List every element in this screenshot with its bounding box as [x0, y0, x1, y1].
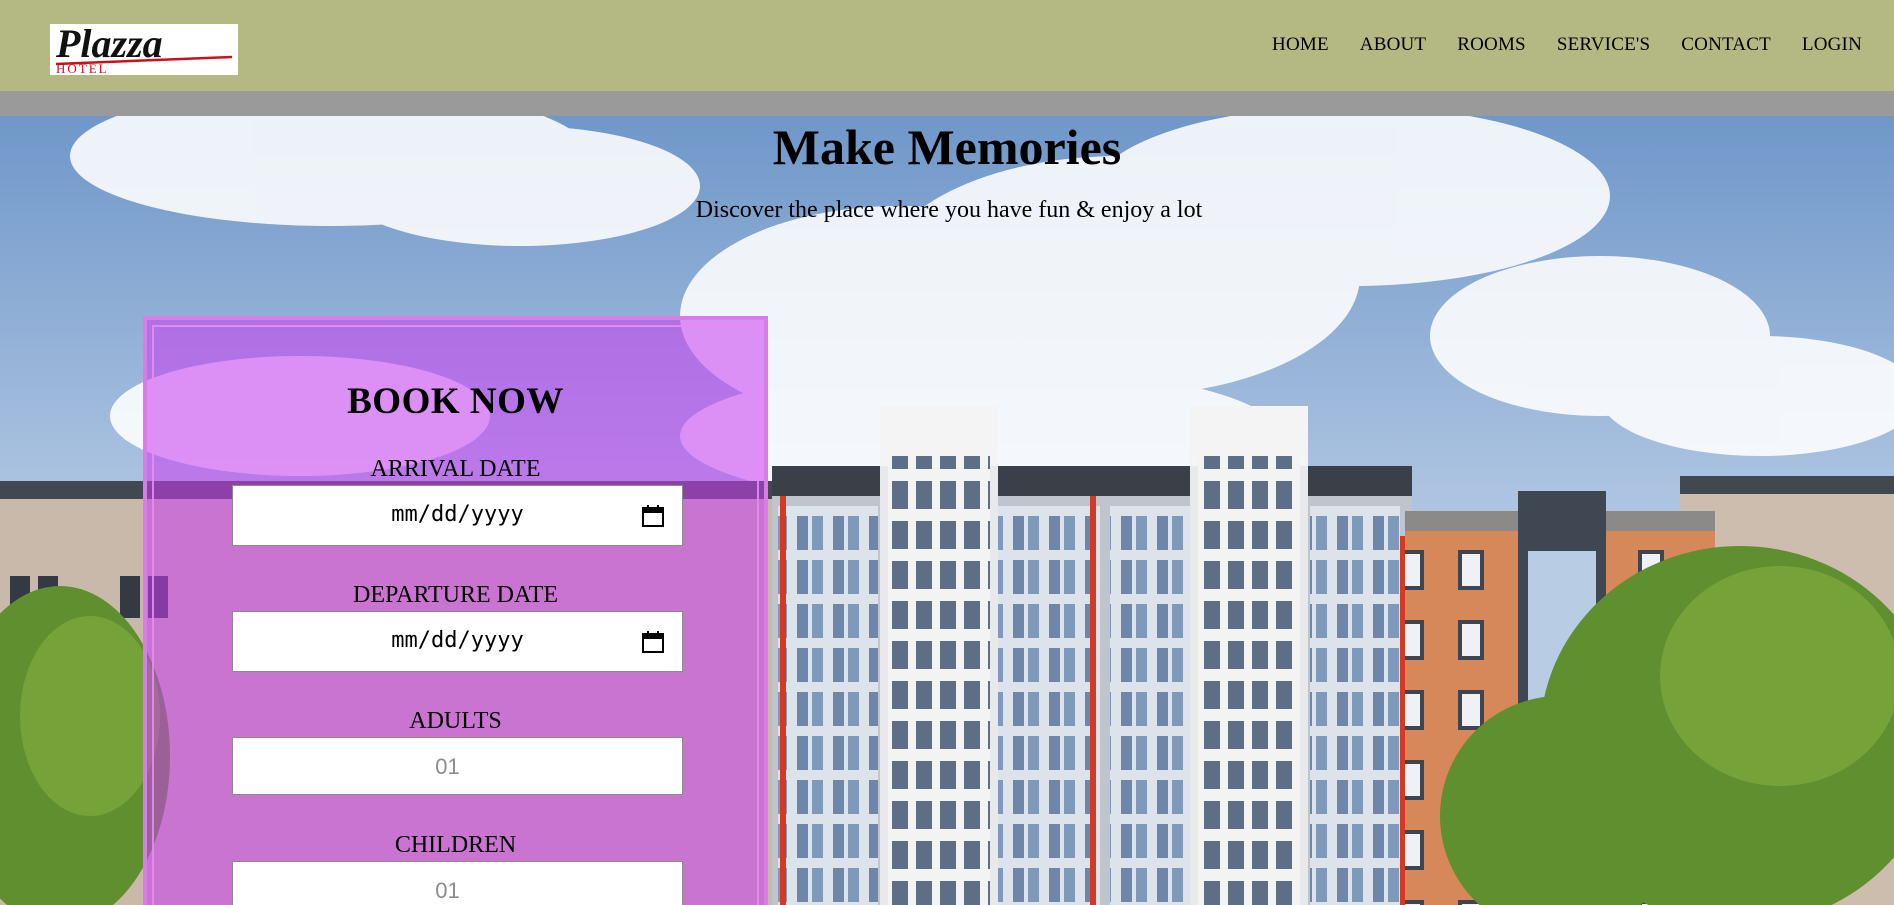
header-divider-strip [0, 91, 1894, 116]
hero-title: Make Memories [772, 119, 1122, 175]
calendar-icon[interactable] [642, 504, 664, 528]
children-label: CHILDREN [394, 832, 517, 858]
departure-date-input[interactable]: mm/dd/yyyy [232, 611, 683, 672]
arrival-date-input[interactable]: mm/dd/yyyy [232, 485, 683, 546]
hero-section: Make Memories Discover the place where y… [0, 116, 1894, 905]
children-input[interactable]: 01 [232, 861, 683, 905]
nav-about[interactable]: ABOUT [1360, 34, 1426, 56]
booking-title: BOOK NOW [347, 381, 564, 422]
adults-input[interactable]: 01 [232, 737, 683, 795]
nav-services[interactable]: SERVICE'S [1557, 34, 1650, 56]
booking-form: BOOK NOW ARRIVAL DATE mm/dd/yyyy DEPARTU… [143, 316, 768, 905]
departure-date-value: mm/dd/yyyy [391, 628, 524, 653]
nav-rooms[interactable]: ROOMS [1457, 34, 1526, 56]
nav-login[interactable]: LOGIN [1802, 34, 1862, 56]
children-placeholder: 01 [435, 878, 460, 903]
nav-contact[interactable]: CONTACT [1681, 34, 1771, 56]
departure-date-label: DEPARTURE DATE [352, 582, 559, 608]
logo-subtitle: HOTEL [56, 61, 109, 75]
hotel-logo[interactable]: Plazza HOTEL [50, 24, 238, 75]
adults-placeholder: 01 [435, 754, 460, 779]
nav-home[interactable]: HOME [1272, 34, 1329, 56]
arrival-date-label: ARRIVAL DATE [370, 456, 541, 482]
calendar-icon[interactable] [642, 630, 664, 654]
main-nav: HOME ABOUT ROOMS SERVICE'S CONTACT LOGIN [1241, 34, 1862, 56]
arrival-date-value: mm/dd/yyyy [391, 502, 524, 527]
logo-graphic: Plazza HOTEL [55, 24, 233, 75]
adults-label: ADULTS [409, 708, 502, 734]
hero-subtitle: Discover the place where you have fun & … [695, 197, 1203, 223]
site-header: Plazza HOTEL HOME ABOUT ROOMS SERVICE'S … [0, 0, 1894, 91]
